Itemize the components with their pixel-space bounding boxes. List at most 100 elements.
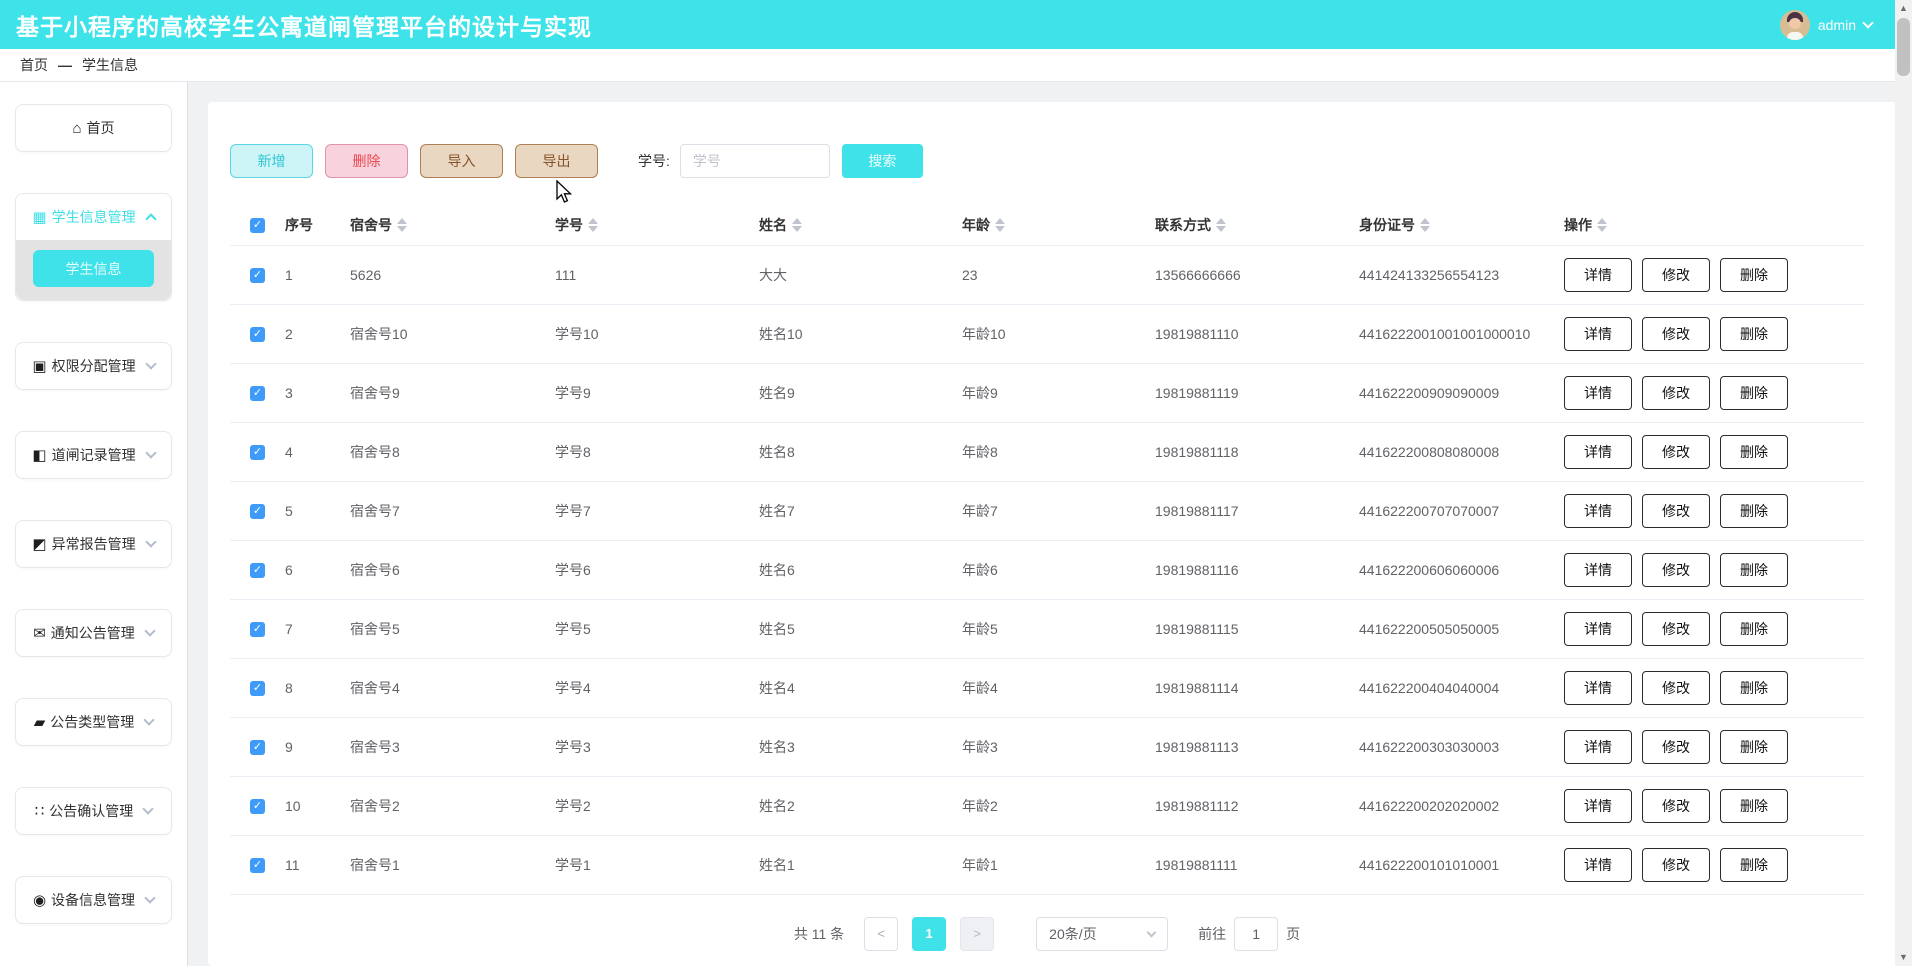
edit-button[interactable]: 修改 [1642,730,1710,764]
row-delete-button[interactable]: 删除 [1720,494,1788,528]
row-checkbox[interactable]: ✓ [250,386,265,401]
goto-page-input[interactable] [1234,917,1278,951]
detail-button[interactable]: 详情 [1564,494,1632,528]
user-menu[interactable]: admin [1780,10,1872,40]
cell-1: 宿舍号8 [350,422,555,481]
edit-button[interactable]: 修改 [1642,612,1710,646]
select-all-checkbox[interactable]: ✓ [250,218,265,233]
sort-icon[interactable] [588,218,598,232]
scroll-up-arrow-icon[interactable]: ▲ [1895,0,1912,17]
sidebar-item-0[interactable]: ⌂首页 [15,104,172,152]
sort-icon[interactable] [1420,218,1430,232]
row-delete-button[interactable]: 删除 [1720,730,1788,764]
pagination-next-button[interactable]: > [960,917,994,951]
row-checkbox[interactable]: ✓ [250,327,265,342]
sidebar-item-3[interactable]: ◧道闸记录管理 [15,431,172,479]
edit-button[interactable]: 修改 [1642,376,1710,410]
row-delete-button[interactable]: 删除 [1720,317,1788,351]
home-icon: ⌂ [72,120,81,137]
search-button[interactable]: 搜索 [842,144,923,178]
cell-3: 姓名10 [759,304,962,363]
detail-button[interactable]: 详情 [1564,730,1632,764]
detail-button[interactable]: 详情 [1564,789,1632,823]
sort-icon[interactable] [1597,218,1607,232]
edit-button[interactable]: 修改 [1642,671,1710,705]
row-checkbox[interactable]: ✓ [250,799,265,814]
edit-button[interactable]: 修改 [1642,435,1710,469]
detail-button[interactable]: 详情 [1564,553,1632,587]
cell-3: 姓名1 [759,835,962,894]
edit-button[interactable]: 修改 [1642,317,1710,351]
row-checkbox[interactable]: ✓ [250,445,265,460]
submenu-item-student-info[interactable]: 学生信息 [33,250,154,287]
cell-0: 7 [285,599,350,658]
column-header-3[interactable]: 姓名 [759,205,962,245]
scroll-down-arrow-icon[interactable]: ▼ [1895,949,1912,966]
detail-button[interactable]: 详情 [1564,848,1632,882]
edit-button[interactable]: 修改 [1642,494,1710,528]
add-button[interactable]: 新增 [230,144,313,178]
row-checkbox[interactable]: ✓ [250,681,265,696]
row-delete-button[interactable]: 删除 [1720,376,1788,410]
cell-3: 姓名9 [759,363,962,422]
sort-icon[interactable] [995,218,1005,232]
column-header-1[interactable]: 宿舍号 [350,205,555,245]
sidebar-item-1[interactable]: ▦学生信息管理学生信息 [15,193,172,301]
sort-icon[interactable] [792,218,802,232]
column-header-5[interactable]: 联系方式 [1155,205,1359,245]
row-checkbox[interactable]: ✓ [250,858,265,873]
vertical-scrollbar[interactable]: ▲ ▼ [1895,0,1912,966]
detail-button[interactable]: 详情 [1564,435,1632,469]
detail-button[interactable]: 详情 [1564,612,1632,646]
detail-button[interactable]: 详情 [1564,317,1632,351]
column-header-7[interactable]: 操作 [1564,205,1864,245]
row-delete-button[interactable]: 删除 [1720,258,1788,292]
pagination-page-1[interactable]: 1 [912,917,946,951]
row-checkbox[interactable]: ✓ [250,563,265,578]
detail-button[interactable]: 详情 [1564,376,1632,410]
cell-4: 年龄1 [962,835,1155,894]
delete-button[interactable]: 删除 [325,144,408,178]
page-size-select[interactable]: 20条/页 [1036,917,1168,951]
column-header-2[interactable]: 学号 [555,205,759,245]
sort-icon[interactable] [1216,218,1226,232]
sort-icon[interactable] [397,218,407,232]
sidebar-item-2[interactable]: ▣权限分配管理 [15,342,172,390]
cell-1: 宿舍号5 [350,599,555,658]
column-header-6[interactable]: 身份证号 [1359,205,1564,245]
edit-button[interactable]: 修改 [1642,553,1710,587]
cell-6: 441622200404040004 [1359,658,1564,717]
row-delete-button[interactable]: 删除 [1720,612,1788,646]
sidebar-item-5[interactable]: ✉通知公告管理 [15,609,172,657]
edit-button[interactable]: 修改 [1642,848,1710,882]
pagination-prev-button[interactable]: < [864,917,898,951]
edit-button[interactable]: 修改 [1642,258,1710,292]
sidebar-item-6[interactable]: ▰公告类型管理 [15,698,172,746]
row-delete-button[interactable]: 删除 [1720,435,1788,469]
cell-4: 年龄9 [962,363,1155,422]
sidebar-item-7[interactable]: ∷公告确认管理 [15,787,172,835]
search-input[interactable] [680,144,830,178]
column-header-4[interactable]: 年龄 [962,205,1155,245]
cell-5: 19819881116 [1155,540,1359,599]
edit-button[interactable]: 修改 [1642,789,1710,823]
sidebar-item-4[interactable]: ◩异常报告管理 [15,520,172,568]
detail-button[interactable]: 详情 [1564,671,1632,705]
cell-5: 19819881111 [1155,835,1359,894]
detail-button[interactable]: 详情 [1564,258,1632,292]
row-delete-button[interactable]: 删除 [1720,848,1788,882]
sidebar-item-8[interactable]: ◉设备信息管理 [15,876,172,924]
actions-cell: 详情修改删除 [1564,835,1864,894]
actions-cell: 详情修改删除 [1564,776,1864,835]
row-delete-button[interactable]: 删除 [1720,671,1788,705]
row-checkbox[interactable]: ✓ [250,504,265,519]
import-button[interactable]: 导入 [420,144,503,178]
row-delete-button[interactable]: 删除 [1720,789,1788,823]
row-delete-button[interactable]: 删除 [1720,553,1788,587]
row-checkbox[interactable]: ✓ [250,268,265,283]
breadcrumb-home[interactable]: 首页 [20,55,48,75]
export-button[interactable]: 导出 [515,144,598,178]
row-checkbox[interactable]: ✓ [250,740,265,755]
scrollbar-thumb[interactable] [1897,18,1910,76]
row-checkbox[interactable]: ✓ [250,622,265,637]
